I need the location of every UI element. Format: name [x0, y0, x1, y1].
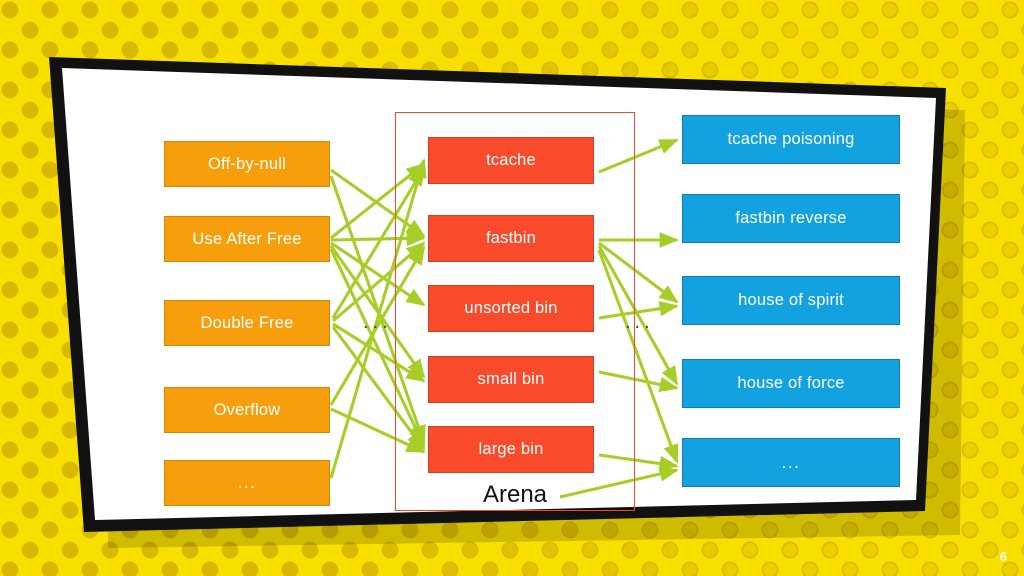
technique-node-house-of-force[interactable]: house of force	[682, 359, 900, 408]
bin-node-label: small bin	[477, 370, 545, 388]
bin-node-fastbin[interactable]: fastbin	[428, 215, 594, 262]
bin-node-tcache[interactable]: tcache	[428, 137, 594, 184]
bug-node-label: ...	[237, 473, 257, 492]
bin-node-label: large bin	[478, 440, 544, 458]
bin-node-unsorted-bin[interactable]: unsorted bin	[428, 285, 594, 332]
bin-node-large-bin[interactable]: large bin	[428, 426, 594, 473]
technique-node-fastbin-reverse[interactable]: fastbin reverse	[682, 194, 900, 243]
ellipsis-right: ...	[625, 311, 654, 333]
bug-node-overflow[interactable]: Overflow	[164, 387, 330, 433]
slide-canvas: Arena ... ... Off-by-null Use After Free…	[0, 0, 1024, 576]
bug-node-label: Double Free	[200, 313, 294, 332]
bug-node-more[interactable]: ...	[164, 460, 330, 506]
technique-node-more[interactable]: ...	[682, 438, 900, 487]
technique-node-label: tcache poisoning	[727, 130, 855, 148]
bin-node-label: fastbin	[485, 229, 536, 247]
bin-node-small-bin[interactable]: small bin	[428, 356, 594, 403]
heap-exploit-diagram: Arena ... ... Off-by-null Use After Free…	[0, 0, 1024, 576]
bin-node-label: unsorted bin	[464, 299, 558, 317]
page-number: 6	[999, 549, 1007, 564]
technique-node-label: ...	[781, 452, 801, 472]
technique-node-label: fastbin reverse	[735, 209, 847, 227]
bug-node-off-by-null[interactable]: Off-by-null	[164, 141, 330, 187]
bug-node-double-free[interactable]: Double Free	[164, 300, 330, 346]
bin-node-label: tcache	[486, 151, 536, 169]
arena-label: Arena	[482, 481, 548, 508]
bug-node-use-after-free[interactable]: Use After Free	[164, 216, 330, 262]
bug-node-label: Off-by-null	[207, 154, 286, 173]
technique-node-house-of-spirit[interactable]: house of spirit	[682, 276, 900, 325]
bug-node-label: Overflow	[213, 400, 281, 419]
technique-node-label: house of spirit	[738, 291, 844, 309]
technique-node-tcache-poisoning[interactable]: tcache poisoning	[682, 115, 900, 164]
bug-node-label: Use After Free	[192, 229, 302, 248]
ellipsis-left: ...	[363, 311, 392, 333]
technique-node-label: house of force	[737, 374, 845, 392]
